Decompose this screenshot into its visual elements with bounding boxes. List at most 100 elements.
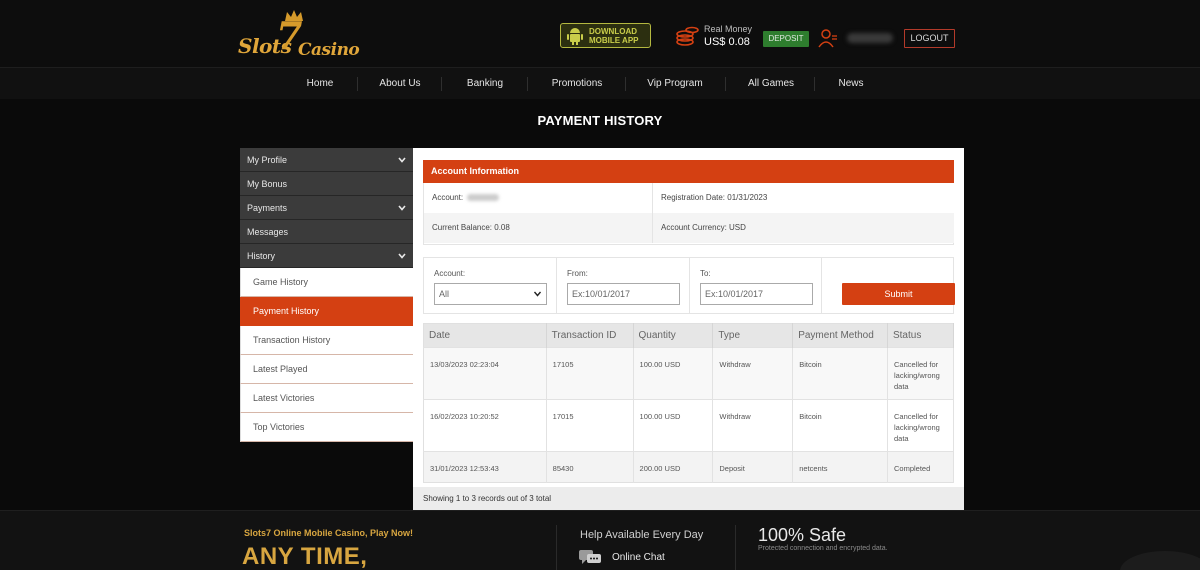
sidebar-item-top-victories[interactable]: Top Victories [240, 413, 413, 442]
logout-button[interactable]: LOGOUT [904, 29, 955, 48]
nav-separator [441, 77, 442, 91]
sidebar-item-latest-played[interactable]: Latest Played [240, 355, 413, 384]
nav-separator [625, 77, 626, 91]
real-money-label: Real Money [704, 24, 753, 34]
sidebar-item-my-bonus[interactable]: My Bonus [240, 172, 413, 196]
account-label: Account: [432, 193, 464, 202]
column-header-transaction-id[interactable]: Transaction ID [546, 323, 634, 348]
cell-type: Deposit [712, 451, 794, 483]
cell-quantity: 100.00 USD [633, 399, 714, 452]
download-app-button[interactable]: DOWNLOAD MOBILE APP [560, 23, 651, 48]
table-row: 31/01/2023 12:53:43 85430 200.00 USD Dep… [423, 451, 955, 483]
account-select-value: All [439, 289, 450, 299]
filter-from-label: From: [567, 269, 588, 278]
coins-icon [676, 26, 699, 46]
cell-quantity: 200.00 USD [633, 451, 714, 483]
table-header-row: Date Transaction ID Quantity Type Paymen… [423, 323, 955, 348]
cell-date: 16/02/2023 10:20:52 [423, 399, 547, 452]
filter-account-col: Account: All [424, 258, 557, 313]
to-date-input[interactable]: Ex:10/01/2017 [700, 283, 813, 305]
site-footer: Slots7 Online Mobile Casino, Play Now! A… [0, 510, 1200, 570]
cell-payment-method: Bitcoin [792, 347, 888, 400]
cell-transaction-id: 85430 [546, 451, 634, 483]
site-logo[interactable]: Slots 7 Casino [238, 10, 360, 62]
user-profile-icon[interactable] [818, 28, 838, 48]
android-icon [567, 27, 583, 45]
help-title: Help Available Every Day [580, 529, 704, 541]
promo-headline: ANY TIME, [242, 543, 368, 570]
download-app-line2: MOBILE APP [589, 35, 639, 45]
records-summary: Showing 1 to 3 records out of 3 total [413, 487, 964, 510]
registration-date: Registration Date: 01/31/2023 [653, 183, 954, 213]
logo-text-casino: Casino [298, 40, 360, 60]
chat-icon [579, 550, 601, 564]
account-field: Account: [424, 183, 653, 213]
footer-separator [556, 525, 557, 570]
account-currency: Account Currency: USD [653, 213, 954, 243]
sidebar-item-payments[interactable]: Payments [240, 196, 413, 220]
filter-to-col: To: Ex:10/01/2017 [690, 258, 822, 313]
sidebar-item-messages[interactable]: Messages [240, 220, 413, 244]
online-chat-link[interactable]: Online Chat [612, 552, 665, 563]
column-header-type[interactable]: Type [712, 323, 794, 348]
page-title: PAYMENT HISTORY [537, 113, 663, 128]
filter-to-label: To: [700, 269, 711, 278]
chat-widget-edge[interactable] [1120, 551, 1200, 570]
account-select[interactable]: All [434, 283, 547, 305]
from-date-input[interactable]: Ex:10/01/2017 [567, 283, 680, 305]
sidebar-item-transaction-history[interactable]: Transaction History [240, 326, 413, 355]
table-row: 16/02/2023 10:20:52 17015 100.00 USD Wit… [423, 399, 955, 452]
submit-button[interactable]: Submit [842, 283, 955, 305]
sidebar-item-label: Payments [247, 203, 288, 213]
sidebar-item-label: My Bonus [247, 179, 288, 189]
footer-separator [735, 525, 736, 570]
chevron-down-icon [398, 205, 406, 211]
promo-tagline: Slots7 Online Mobile Casino, Play Now! [244, 528, 414, 538]
main-nav: Home About Us Banking Promotions Vip Pro… [0, 67, 1200, 99]
column-header-status[interactable]: Status [887, 323, 955, 348]
nav-about-us[interactable]: About Us [370, 68, 430, 100]
nav-home[interactable]: Home [295, 68, 345, 100]
sidebar-item-label: Messages [247, 227, 289, 237]
cell-status: Completed [887, 451, 955, 483]
column-header-date[interactable]: Date [423, 323, 547, 348]
column-header-quantity[interactable]: Quantity [633, 323, 714, 348]
chevron-down-icon [534, 291, 541, 297]
sidebar-item-latest-victories[interactable]: Latest Victories [240, 384, 413, 413]
nav-banking[interactable]: Banking [455, 68, 515, 100]
cell-date: 31/01/2023 12:53:43 [423, 451, 547, 483]
sidebar-item-my-profile[interactable]: My Profile [240, 148, 413, 172]
cell-payment-method: netcents [792, 451, 888, 483]
nav-news[interactable]: News [828, 68, 874, 100]
table-row: 13/03/2023 02:23:04 17105 100.00 USD Wit… [423, 347, 955, 400]
chevron-down-icon [398, 253, 406, 259]
cell-quantity: 100.00 USD [633, 347, 714, 400]
account-sidebar: My Profile My Bonus Payments Messages Hi… [240, 148, 413, 442]
cell-type: Withdraw [712, 347, 794, 400]
nav-all-games[interactable]: All Games [740, 68, 802, 100]
sidebar-item-label: My Profile [247, 155, 288, 165]
nav-promotions[interactable]: Promotions [542, 68, 612, 100]
cell-transaction-id: 17015 [546, 399, 634, 452]
current-balance: Current Balance: 0.08 [424, 213, 653, 243]
site-header: Slots 7 Casino DOWNLOAD MOBILE APP Real … [0, 0, 1200, 67]
sidebar-item-label: History [247, 251, 276, 261]
nav-separator [527, 77, 528, 91]
payment-history-table: Date Transaction ID Quantity Type Paymen… [423, 323, 955, 483]
username-blurred [847, 33, 893, 43]
sidebar-item-payment-history[interactable]: Payment History [240, 297, 413, 326]
sidebar-item-history[interactable]: History [240, 244, 413, 268]
nav-separator [814, 77, 815, 91]
download-app-line1: DOWNLOAD [589, 26, 637, 36]
filter-account-label: Account: [434, 269, 466, 278]
account-info-heading: Account Information [423, 160, 954, 183]
payment-history-panel: Account Information Account: Registratio… [413, 148, 964, 510]
safe-title: 100% Safe [758, 525, 847, 545]
nav-vip-program[interactable]: Vip Program [640, 68, 710, 100]
cell-transaction-id: 17105 [546, 347, 634, 400]
deposit-button[interactable]: DEPOSIT [763, 31, 809, 47]
sidebar-item-game-history[interactable]: Game History [240, 268, 413, 297]
column-header-payment-method[interactable]: Payment Method [792, 323, 888, 348]
account-value-blurred [467, 194, 500, 202]
nav-separator [357, 77, 358, 91]
